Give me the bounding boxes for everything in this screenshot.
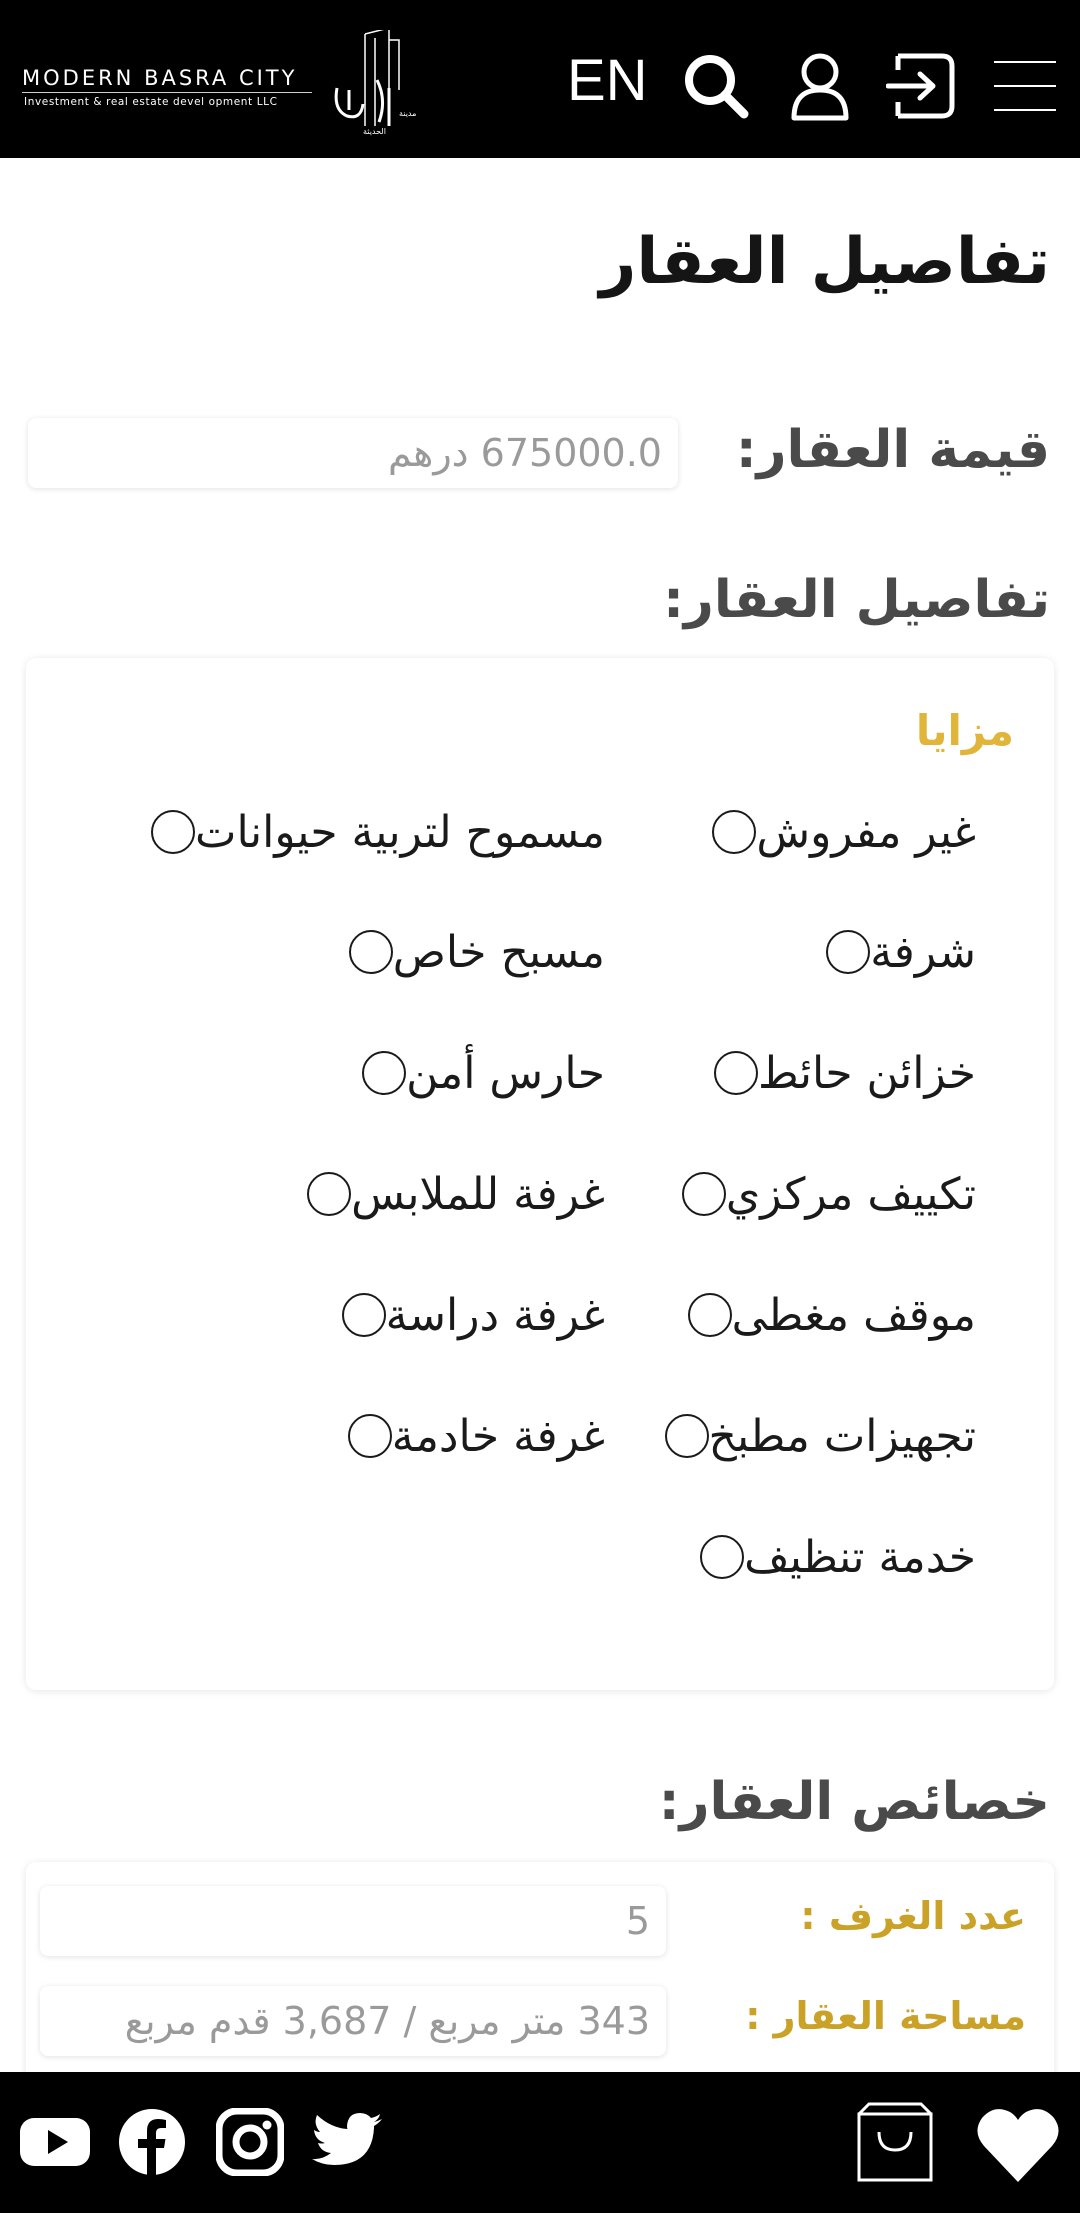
logo-divider xyxy=(22,92,312,93)
feature-option-study-room[interactable]: غرفة دراسة xyxy=(341,1285,619,1345)
feature-option-unfurnished[interactable]: غير مفروش xyxy=(712,802,990,862)
feature-option-balcony[interactable]: شرفة xyxy=(826,922,990,982)
price-label: قيمة العقار: xyxy=(735,420,1050,480)
login-icon[interactable] xyxy=(886,50,958,122)
logo-mark-icon: مدينة الحديثة xyxy=(334,30,416,136)
rooms-label: عدد الغرف : xyxy=(800,1894,1026,1938)
feature-option-private-pool[interactable]: مسبح خاص xyxy=(348,922,619,982)
brand-tagline: Investment & real estate devel opment LL… xyxy=(24,96,278,108)
feature-option-walk-in-closet[interactable]: غرفة للملابس xyxy=(307,1164,619,1224)
feature-option-central-ac[interactable]: تكييف مركزي xyxy=(681,1164,990,1224)
radio-button[interactable] xyxy=(687,1293,732,1337)
radio-button[interactable] xyxy=(151,810,196,854)
instagram-icon[interactable] xyxy=(216,2108,284,2176)
radio-button[interactable] xyxy=(664,1414,709,1458)
bottom-navigation-bar xyxy=(0,2072,1080,2213)
page-title: تفاصيل العقار xyxy=(599,225,1050,299)
properties-label: خصائص العقار: xyxy=(658,1772,1050,1832)
svg-text:مدينة: مدينة xyxy=(399,109,416,118)
feature-option-maid-room[interactable]: غرفة خادمة xyxy=(347,1406,619,1466)
radio-button[interactable] xyxy=(341,1293,386,1337)
radio-button[interactable] xyxy=(681,1172,726,1216)
shopping-bag-icon[interactable] xyxy=(855,2102,935,2184)
brand-logo[interactable]: MODERN BASRA CITY Investment & real esta… xyxy=(22,30,422,140)
feature-option-kitchen-appliances[interactable]: تجهيزات مطبخ xyxy=(664,1406,990,1466)
radio-button[interactable] xyxy=(713,1051,758,1095)
feature-option-security[interactable]: حارس أمن xyxy=(362,1043,619,1103)
feature-option-built-in-wardrobes[interactable]: خزائن حائط xyxy=(713,1043,990,1103)
price-field: 675000.0 درهم xyxy=(28,418,678,488)
facebook-icon[interactable] xyxy=(118,2108,186,2176)
rooms-field: 5 xyxy=(40,1886,666,1956)
radio-button[interactable] xyxy=(700,1535,745,1579)
features-heading: مزايا xyxy=(915,706,1014,755)
area-value: 343 متر مربع / 3,687 قدم مربع xyxy=(124,1999,650,2043)
youtube-icon[interactable] xyxy=(20,2112,90,2172)
radio-button[interactable] xyxy=(347,1414,392,1458)
features-card: مزايا غير مفروش مسموح لتربية حيوانات شرف… xyxy=(26,658,1054,1690)
user-icon[interactable] xyxy=(784,50,856,122)
brand-name: MODERN BASRA CITY xyxy=(22,66,298,90)
language-toggle[interactable]: EN xyxy=(567,52,648,110)
radio-button[interactable] xyxy=(348,930,393,974)
area-field: 343 متر مربع / 3,687 قدم مربع xyxy=(40,1986,666,2056)
radio-button[interactable] xyxy=(362,1051,407,1095)
radio-button[interactable] xyxy=(307,1172,352,1216)
rooms-value: 5 xyxy=(625,1899,650,1943)
svg-text:الحديثة: الحديثة xyxy=(363,127,386,136)
radio-button[interactable] xyxy=(712,810,757,854)
feature-option-pets-allowed[interactable]: مسموح لتربية حيوانات xyxy=(151,802,619,862)
top-navigation-bar: MODERN BASRA CITY Investment & real esta… xyxy=(0,0,1080,158)
feature-option-cleaning-service[interactable]: خدمة تنظيف xyxy=(700,1527,990,1587)
area-label: مساحة العقار : xyxy=(745,1994,1026,2038)
details-label: تفاصيل العقار: xyxy=(663,570,1050,630)
twitter-icon[interactable] xyxy=(312,2112,382,2170)
search-icon[interactable] xyxy=(680,50,752,122)
menu-icon[interactable] xyxy=(992,50,1058,122)
feature-option-covered-parking[interactable]: موقف مغطى xyxy=(687,1285,990,1345)
radio-button[interactable] xyxy=(826,930,871,974)
heart-icon[interactable] xyxy=(976,2104,1060,2184)
price-value: 675000.0 درهم xyxy=(387,431,662,475)
